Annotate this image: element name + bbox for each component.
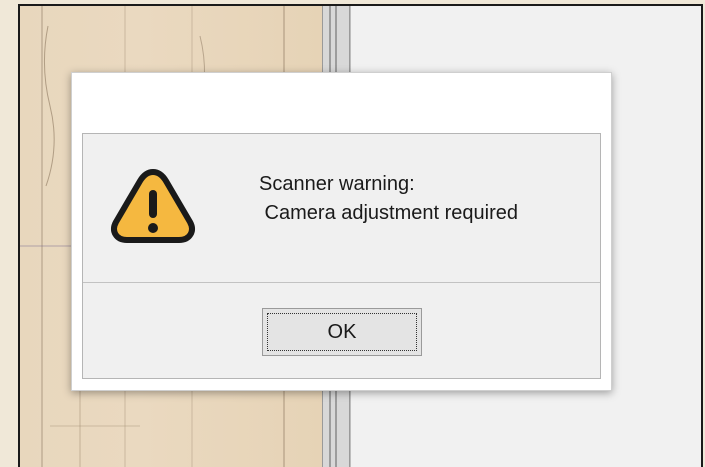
- message-line-2: Camera adjustment required: [259, 202, 519, 224]
- message-line-1: Scanner warning:: [259, 173, 415, 195]
- dialog-title-bar[interactable]: [72, 73, 611, 123]
- ok-button-label: OK: [267, 313, 417, 351]
- ok-button[interactable]: OK: [262, 308, 422, 356]
- dialog-body: Scanner warning: Camera adjustment requi…: [82, 133, 601, 379]
- message-area: Scanner warning: Camera adjustment requi…: [83, 134, 600, 282]
- warning-dialog: Scanner warning: Camera adjustment requi…: [71, 72, 612, 391]
- warning-icon: [111, 169, 195, 243]
- dialog-divider: [83, 282, 600, 283]
- message-text: Scanner warning: Camera adjustment requi…: [259, 170, 518, 228]
